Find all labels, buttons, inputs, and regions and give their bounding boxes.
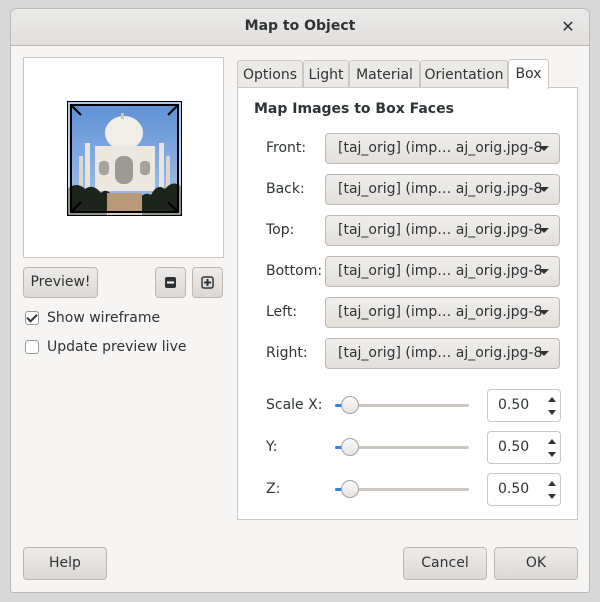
show-wireframe-row[interactable]: Show wireframe: [25, 308, 160, 328]
zoom-out-icon: [165, 277, 176, 288]
tab-orientation[interactable]: Orientation: [420, 60, 508, 88]
cancel-button[interactable]: Cancel: [403, 547, 487, 580]
window-title: Map to Object: [244, 18, 356, 34]
decrement-icon[interactable]: [548, 452, 556, 457]
ok-button[interactable]: OK: [494, 547, 578, 580]
scale-y-spinbutton[interactable]: 0.50: [487, 431, 561, 464]
box-panel: Map Images to Box Faces Front: [taj_orig…: [237, 87, 578, 520]
left-image-value: [taj_orig] (imp… aj_orig.jpg-8: [338, 304, 543, 320]
right-image-combo[interactable]: [taj_orig] (imp… aj_orig.jpg-8: [325, 338, 560, 369]
scale-z-spinbutton[interactable]: 0.50: [487, 473, 561, 506]
scale-y-value[interactable]: 0.50: [498, 439, 529, 455]
taj-mahal-box-preview-image: [67, 101, 182, 216]
zoom-in-icon: [201, 276, 214, 289]
slider-knob[interactable]: [340, 480, 359, 498]
back-label: Back:: [266, 181, 305, 197]
scale-x-label: Scale X:: [266, 397, 323, 413]
front-image-combo[interactable]: [taj_orig] (imp… aj_orig.jpg-8: [325, 133, 560, 164]
scale-z-slider[interactable]: [335, 479, 469, 499]
top-label: Top:: [266, 222, 295, 238]
slider-knob[interactable]: [340, 438, 359, 456]
decrement-icon[interactable]: [548, 410, 556, 415]
front-image-value: [taj_orig] (imp… aj_orig.jpg-8: [338, 140, 543, 156]
tab-box[interactable]: Box: [508, 59, 549, 89]
increment-icon[interactable]: [548, 439, 556, 444]
close-icon[interactable]: ✕: [557, 16, 579, 38]
chevron-down-icon: [539, 146, 549, 151]
title-bar: Map to Object ✕: [11, 9, 589, 46]
section-title: Map Images to Box Faces: [254, 101, 454, 117]
tab-options[interactable]: Options: [237, 60, 303, 88]
bottom-image-combo[interactable]: [taj_orig] (imp… aj_orig.jpg-8: [325, 256, 560, 287]
preview-area: [23, 57, 224, 258]
map-to-object-dialog: Map to Object ✕ Preview! Show wireframe …: [10, 8, 590, 593]
zoom-in-button[interactable]: [192, 267, 223, 298]
right-label: Right:: [266, 345, 308, 361]
chevron-down-icon: [539, 228, 549, 233]
update-preview-live-row[interactable]: Update preview live: [25, 337, 186, 357]
front-label: Front:: [266, 140, 307, 156]
update-preview-live-checkbox[interactable]: [25, 340, 39, 354]
show-wireframe-label: Show wireframe: [47, 310, 161, 326]
bottom-image-value: [taj_orig] (imp… aj_orig.jpg-8: [338, 263, 543, 279]
increment-icon[interactable]: [548, 481, 556, 486]
scale-z-value[interactable]: 0.50: [498, 481, 529, 497]
scale-z-label: Z:: [266, 481, 281, 497]
top-image-combo[interactable]: [taj_orig] (imp… aj_orig.jpg-8: [325, 215, 560, 246]
scale-y-label: Y:: [266, 439, 278, 455]
update-preview-live-label: Update preview live: [47, 339, 187, 355]
scale-x-slider[interactable]: [335, 395, 469, 415]
back-image-combo[interactable]: [taj_orig] (imp… aj_orig.jpg-8: [325, 174, 560, 205]
top-image-value: [taj_orig] (imp… aj_orig.jpg-8: [338, 222, 543, 238]
bottom-label: Bottom:: [266, 263, 323, 279]
chevron-down-icon: [539, 351, 549, 356]
chevron-down-icon: [539, 187, 549, 192]
tab-material[interactable]: Material: [349, 60, 420, 88]
chevron-down-icon: [539, 310, 549, 315]
slider-knob[interactable]: [340, 396, 359, 414]
preview-button[interactable]: Preview!: [23, 267, 98, 298]
decrement-icon[interactable]: [548, 494, 556, 499]
scale-x-value[interactable]: 0.50: [498, 397, 529, 413]
increment-icon[interactable]: [548, 397, 556, 402]
show-wireframe-checkbox[interactable]: [25, 311, 39, 325]
back-image-value: [taj_orig] (imp… aj_orig.jpg-8: [338, 181, 543, 197]
scale-y-slider[interactable]: [335, 437, 469, 457]
help-button[interactable]: Help: [23, 547, 107, 580]
zoom-out-button[interactable]: [155, 267, 186, 298]
chevron-down-icon: [539, 269, 549, 274]
right-image-value: [taj_orig] (imp… aj_orig.jpg-8: [338, 345, 543, 361]
scale-x-spinbutton[interactable]: 0.50: [487, 389, 561, 422]
left-label: Left:: [266, 304, 298, 320]
left-image-combo[interactable]: [taj_orig] (imp… aj_orig.jpg-8: [325, 297, 560, 328]
tab-light[interactable]: Light: [303, 60, 349, 88]
